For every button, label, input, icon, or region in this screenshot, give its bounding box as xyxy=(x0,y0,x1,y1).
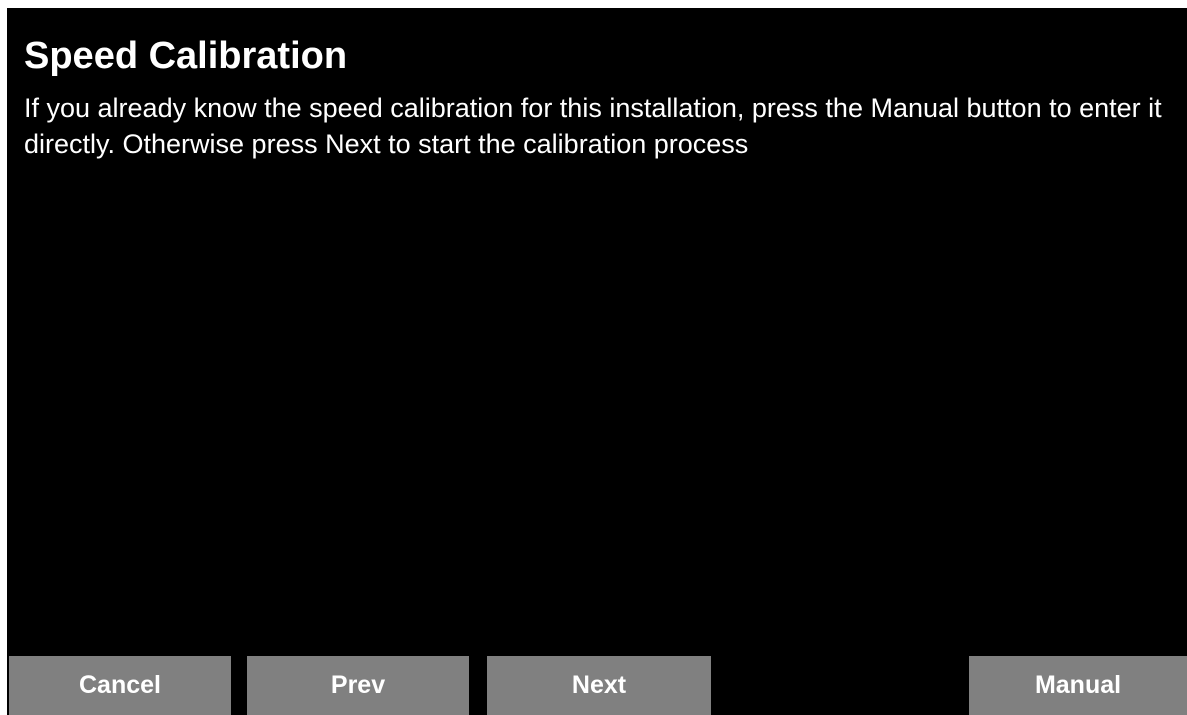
next-button[interactable]: Next xyxy=(487,656,711,715)
calibration-screen: Speed Calibration If you already know th… xyxy=(7,8,1187,715)
manual-button[interactable]: Manual xyxy=(969,656,1187,715)
prev-button[interactable]: Prev xyxy=(247,656,469,715)
instruction-text: If you already know the speed calibratio… xyxy=(24,93,1162,159)
cancel-button[interactable]: Cancel xyxy=(9,656,231,715)
page-title: Speed Calibration xyxy=(24,35,348,77)
